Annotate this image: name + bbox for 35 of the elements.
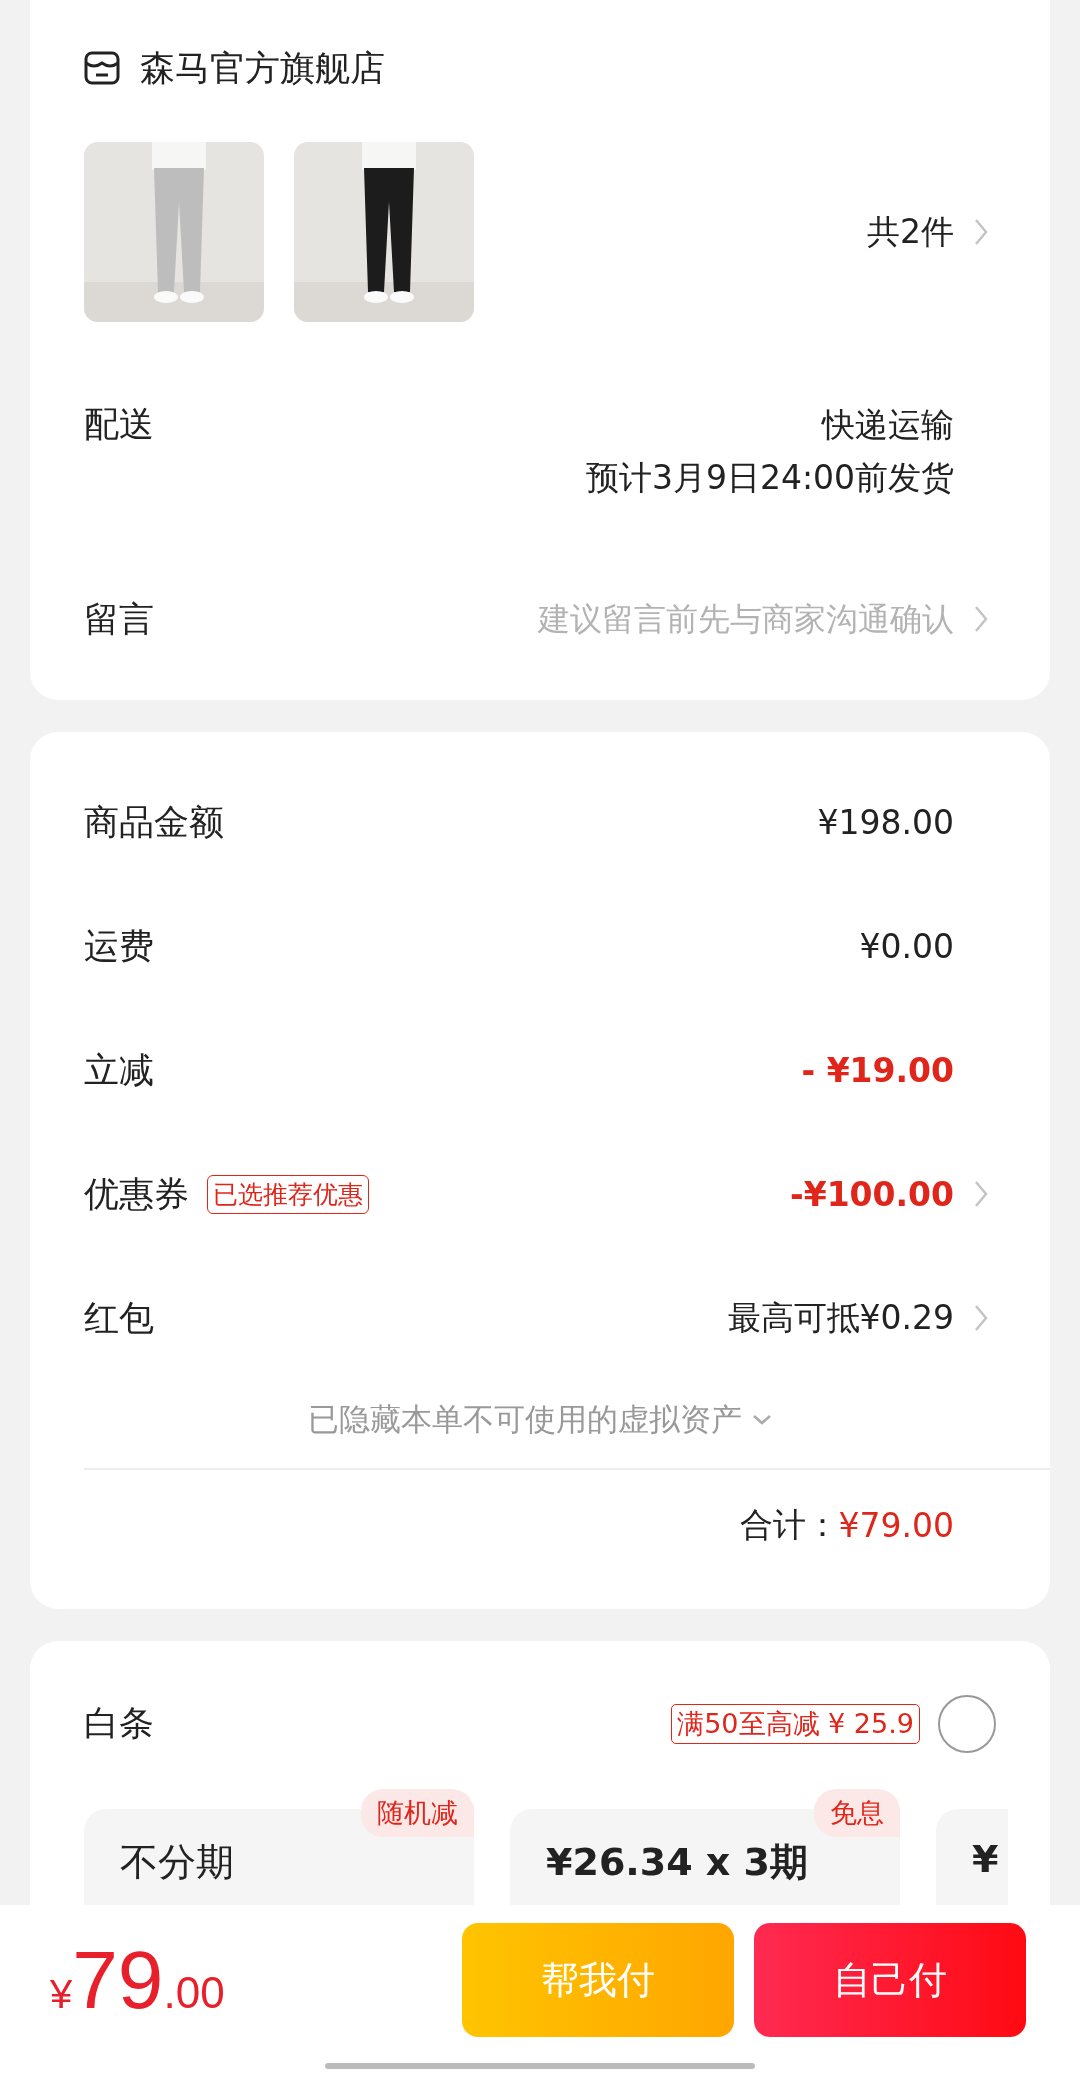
message-field[interactable]: 建议留言前先与商家沟通确认	[394, 600, 954, 638]
store-icon	[84, 51, 120, 85]
payment-method-label: 白条	[84, 1702, 154, 1745]
cost-label: 商品金额	[84, 800, 224, 844]
total-value: ¥79.00	[838, 1506, 954, 1545]
cost-label: 立减	[84, 1048, 154, 1092]
delivery-label: 配送	[84, 403, 154, 446]
installment-title: 不分期	[120, 1839, 234, 1884]
message-label: 留言	[84, 597, 154, 641]
pay-button[interactable]: 自己付	[754, 1923, 1026, 2037]
cost-value: ¥0.00	[859, 926, 954, 966]
installment-badge: 随机减	[361, 1788, 474, 1837]
delivery-method: 快递运输	[822, 404, 954, 446]
cost-label: 红包	[84, 1296, 154, 1340]
chevron-icon	[974, 605, 988, 633]
cost-value: - ¥19.00	[801, 1050, 954, 1090]
installment-title: ¥26.34 x 3期	[546, 1839, 809, 1884]
total-label: 合计：	[739, 1504, 839, 1546]
total-price: ¥79.00	[50, 1933, 225, 2027]
chevron-down-icon	[752, 1414, 772, 1426]
cost-label: 优惠券	[84, 1172, 189, 1216]
store-name[interactable]: 森马官方旗舰店	[140, 44, 385, 92]
cost-value: ¥198.00	[817, 802, 954, 842]
cost-value: 最高可抵¥0.29	[727, 1296, 954, 1339]
installment-badge: 免息	[814, 1788, 900, 1837]
delivery-estimate: 预计3月9日24:00前发货	[585, 457, 954, 499]
installment-option[interactable]: ¥	[936, 1808, 1008, 1905]
radio-button[interactable]	[938, 1694, 996, 1753]
chevron-icon	[974, 218, 988, 246]
item-count[interactable]: 共2件	[867, 209, 954, 255]
promo-tag: 满50至高减 ¥ 25.9	[671, 1703, 920, 1744]
installment-title: ¥	[972, 1836, 999, 1881]
cost-value: -¥100.00	[790, 1174, 954, 1214]
cost-label: 运费	[84, 924, 154, 968]
coupon-tag: 已选推荐优惠	[207, 1174, 369, 1214]
